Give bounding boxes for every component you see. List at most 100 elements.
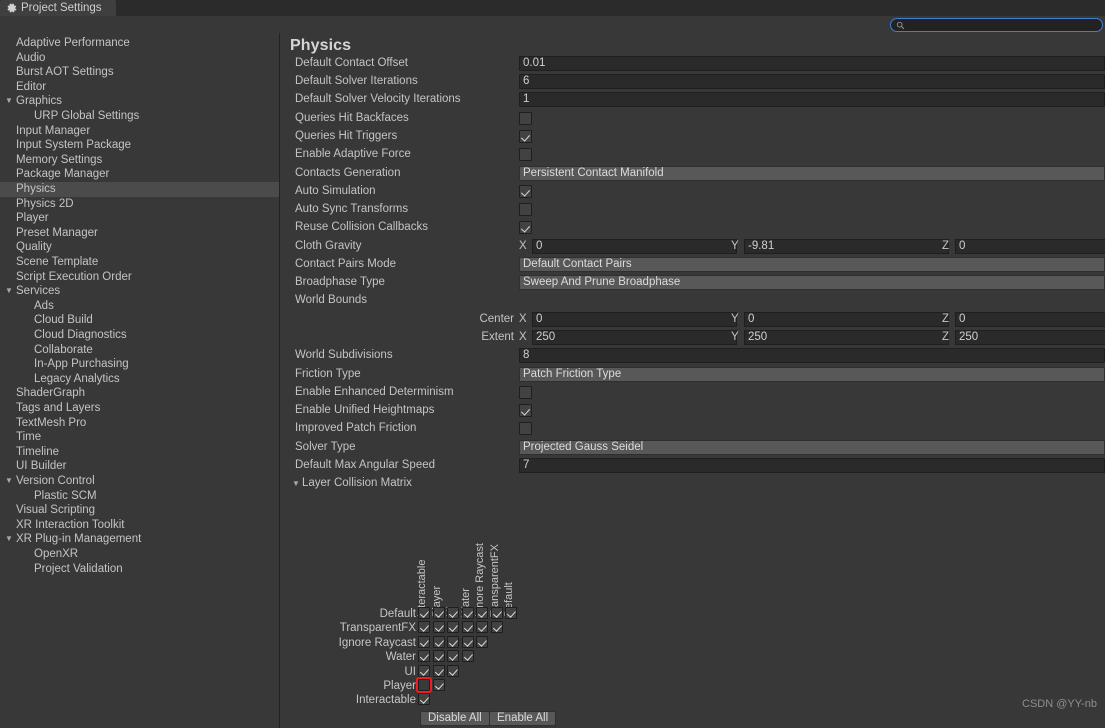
matrix-cell-ui-ui[interactable] xyxy=(447,664,459,677)
layer-collision-matrix[interactable]: InteractablePlayerUIWaterIgnore RaycastT… xyxy=(281,33,1105,728)
sidebar-item-quality[interactable]: Quality xyxy=(0,240,279,255)
sidebar-item-project-validation[interactable]: Project Validation xyxy=(0,562,279,577)
tab-label: Project Settings xyxy=(21,2,102,14)
sidebar-item-label: Preset Manager xyxy=(16,226,98,239)
sidebar-item-shadergraph[interactable]: ShaderGraph xyxy=(0,386,279,401)
sidebar-item-label: Input Manager xyxy=(16,124,91,137)
matrix-cell-water-player[interactable] xyxy=(432,650,445,663)
chevron-down-icon[interactable]: ▼ xyxy=(5,94,13,109)
matrix-cell-transparentfx-player[interactable] xyxy=(432,621,445,634)
sidebar-item-version-control[interactable]: ▼ Version Control xyxy=(0,474,279,489)
sidebar-item-adaptive-performance[interactable]: Adaptive Performance xyxy=(0,36,279,51)
matrix-cell-default-interactable[interactable] xyxy=(418,607,430,619)
matrix-cell-ignore-raycast-interactable[interactable] xyxy=(418,635,430,648)
sidebar-item-label: Ads xyxy=(34,299,54,312)
sidebar-item-package-manager[interactable]: Package Manager xyxy=(0,167,279,182)
matrix-cell-player-interactable[interactable] xyxy=(416,677,432,693)
matrix-cell-default-ui[interactable] xyxy=(447,607,459,619)
sidebar-item-openxr[interactable]: OpenXR xyxy=(0,547,279,562)
sidebar-item-label: TextMesh Pro xyxy=(16,416,87,429)
matrix-row-label-ui: UI xyxy=(404,665,417,678)
matrix-cell-transparentfx-ui[interactable] xyxy=(447,621,459,634)
matrix-cell-ui-interactable[interactable] xyxy=(418,664,430,677)
sidebar-item-xr-plug-in-management[interactable]: ▼ XR Plug-in Management xyxy=(0,532,279,547)
matrix-cell-transparentfx-water[interactable] xyxy=(461,621,474,634)
sidebar-item-label: OpenXR xyxy=(34,548,79,560)
matrix-cell-default-transparentfx[interactable] xyxy=(490,607,503,619)
sidebar-item-ads[interactable]: Ads xyxy=(0,299,279,314)
sidebar-item-textmesh-pro[interactable]: TextMesh Pro xyxy=(0,416,279,431)
sidebar-item-label: Legacy Analytics xyxy=(34,372,120,385)
matrix-cell-water-ui[interactable] xyxy=(447,650,459,663)
sidebar-item-cloud-diagnostics[interactable]: Cloud Diagnostics xyxy=(0,328,279,343)
sidebar-item-services[interactable]: ▼ Services xyxy=(0,284,279,299)
sidebar-item-time[interactable]: Time xyxy=(0,430,279,445)
sidebar-item-label: Player xyxy=(16,212,49,225)
matrix-cell-transparentfx-interactable[interactable] xyxy=(418,621,430,634)
sidebar-item-timeline[interactable]: Timeline xyxy=(0,445,279,460)
chevron-down-icon[interactable]: ▼ xyxy=(5,532,13,547)
sidebar-item-memory-settings[interactable]: Memory Settings xyxy=(0,153,279,168)
sidebar-item-legacy-analytics[interactable]: Legacy Analytics xyxy=(0,372,279,387)
matrix-cell-default-water[interactable] xyxy=(461,607,474,619)
sidebar-item-label: Quality xyxy=(16,241,52,254)
sidebar-item-label: Project Validation xyxy=(34,562,123,575)
matrix-cell-ignore-raycast-player[interactable] xyxy=(432,635,445,648)
sidebar-item-editor[interactable]: Editor xyxy=(0,80,279,95)
sidebar-item-label: XR Plug-in Management xyxy=(16,533,142,546)
settings-content-panel: Physics Default Contact Offset 0.01 Defaul… xyxy=(281,33,1105,728)
disable-all-button[interactable]: Disable All xyxy=(420,711,490,726)
matrix-cell-water-water[interactable] xyxy=(461,650,474,663)
sidebar-item-cloud-build[interactable]: Cloud Build xyxy=(0,313,279,328)
matrix-cell-default-default[interactable] xyxy=(505,607,517,619)
sidebar-item-label: Package Manager xyxy=(16,168,110,181)
sidebar-item-tags-and-layers[interactable]: Tags and Layers xyxy=(0,401,279,416)
matrix-cell-player-player[interactable] xyxy=(432,679,445,691)
matrix-cell-default-player[interactable] xyxy=(432,607,445,619)
sidebar-item-plastic-scm[interactable]: Plastic SCM xyxy=(0,489,279,504)
matrix-cell-default-ignore-raycast[interactable] xyxy=(476,607,488,619)
sidebar-item-visual-scripting[interactable]: Visual Scripting xyxy=(0,503,279,518)
sidebar-item-input-manager[interactable]: Input Manager xyxy=(0,124,279,139)
matrix-cell-ignore-raycast-ignore-raycast[interactable] xyxy=(476,635,488,648)
matrix-row-label-transparentfx: TransparentFX xyxy=(339,622,416,635)
matrix-cell-water-interactable[interactable] xyxy=(418,650,430,663)
sidebar-item-label: Input System Package xyxy=(16,139,132,152)
matrix-cell-transparentfx-ignore-raycast[interactable] xyxy=(476,621,488,634)
sidebar-item-physics[interactable]: Physics xyxy=(0,182,279,197)
sidebar-item-label: Burst AOT Settings xyxy=(16,66,114,79)
matrix-cell-ignore-raycast-water[interactable] xyxy=(461,635,474,648)
sidebar-item-input-system-package[interactable]: Input System Package xyxy=(0,138,279,153)
sidebar-item-xr-interaction-toolkit[interactable]: XR Interaction Toolkit xyxy=(0,518,279,533)
enable-all-button[interactable]: Enable All xyxy=(489,711,557,726)
sidebar-item-scene-template[interactable]: Scene Template xyxy=(0,255,279,270)
sidebar-item-preset-manager[interactable]: Preset Manager xyxy=(0,226,279,241)
tab-project-settings[interactable]: Project Settings xyxy=(0,0,116,16)
sidebar-item-collaborate[interactable]: Collaborate xyxy=(0,343,279,358)
sidebar-item-ui-builder[interactable]: UI Builder xyxy=(0,459,279,474)
sidebar-item-urp-global-settings[interactable]: URP Global Settings xyxy=(0,109,279,124)
matrix-cell-interactable-interactable[interactable] xyxy=(418,693,430,706)
matrix-cell-ignore-raycast-ui[interactable] xyxy=(447,635,459,648)
sidebar-item-script-execution-order[interactable]: Script Execution Order xyxy=(0,270,279,285)
search-input[interactable] xyxy=(908,19,1088,31)
matrix-cell-ui-player[interactable] xyxy=(432,664,445,677)
toolbar xyxy=(0,16,1105,32)
sidebar-item-burst-aot-settings[interactable]: Burst AOT Settings xyxy=(0,65,279,80)
sidebar-item-label: Version Control xyxy=(16,475,95,487)
settings-sidebar[interactable]: Adaptive Performance Audio Burst AOT Setti… xyxy=(0,33,280,728)
matrix-cell-transparentfx-transparentfx[interactable] xyxy=(490,621,503,634)
sidebar-item-label: XR Interaction Toolkit xyxy=(16,518,125,531)
sidebar-item-graphics[interactable]: ▼ Graphics xyxy=(0,94,279,109)
sidebar-item-label: In-App Purchasing xyxy=(34,358,129,371)
chevron-down-icon[interactable]: ▼ xyxy=(5,284,13,299)
sidebar-item-label: Audio xyxy=(16,51,46,64)
sidebar-item-label: URP Global Settings xyxy=(34,110,140,122)
search-field[interactable] xyxy=(890,18,1103,32)
sidebar-item-player[interactable]: Player xyxy=(0,211,279,226)
sidebar-item-label: Tags and Layers xyxy=(16,402,101,414)
sidebar-item-in-app-purchasing[interactable]: In-App Purchasing xyxy=(0,357,279,372)
sidebar-item-physics-2d[interactable]: Physics 2D xyxy=(0,197,279,212)
sidebar-item-audio[interactable]: Audio xyxy=(0,51,279,66)
chevron-down-icon[interactable]: ▼ xyxy=(5,474,13,489)
